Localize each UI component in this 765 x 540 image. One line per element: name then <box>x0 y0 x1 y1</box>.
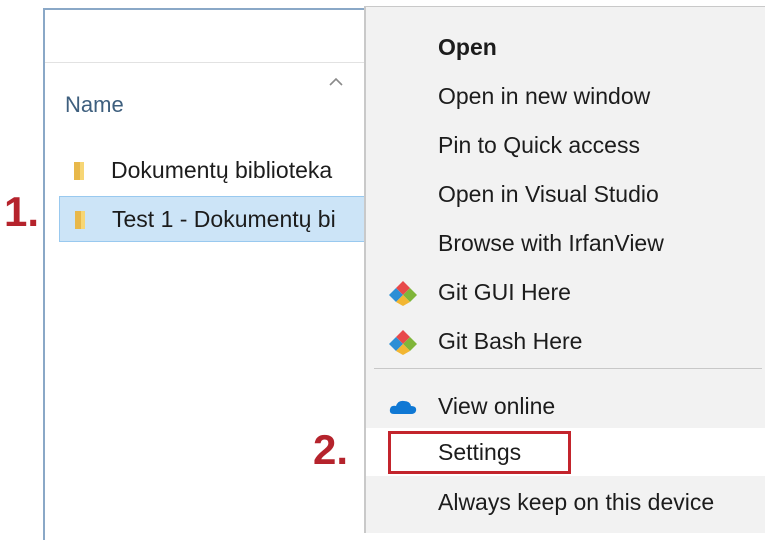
menu-item-pin-quick-access[interactable]: Pin to Quick access <box>366 121 765 169</box>
menu-item-always-keep[interactable]: Always keep on this device <box>366 478 765 526</box>
folder-icon <box>75 211 85 229</box>
file-row-selected[interactable]: Test 1 - Dokumentų bi <box>59 196 375 242</box>
menu-item-browse-irfanview[interactable]: Browse with IrfanView <box>366 219 765 267</box>
file-row-label: Test 1 - Dokumentų bi <box>112 206 336 232</box>
menu-item-open-new-window[interactable]: Open in new window <box>366 72 765 120</box>
header-divider <box>45 62 375 63</box>
menu-item-label: Settings <box>438 439 522 465</box>
menu-item-label: Pin to Quick access <box>438 132 640 158</box>
column-header-name[interactable]: Name <box>65 92 124 118</box>
context-menu: Open Open in new window Pin to Quick acc… <box>364 6 765 533</box>
sort-ascending-icon[interactable] <box>328 74 344 90</box>
menu-item-label: View online <box>438 393 556 419</box>
git-icon <box>389 281 417 306</box>
menu-separator <box>374 368 762 369</box>
folder-icon <box>74 162 84 180</box>
step-1-annotation: 1. <box>4 188 40 235</box>
menu-item-settings[interactable]: Settings <box>366 428 765 476</box>
step-2-annotation: 2. <box>313 426 349 473</box>
git-icon <box>389 330 417 355</box>
file-row[interactable]: Dokumentų biblioteka <box>59 148 375 194</box>
menu-item-label: Browse with IrfanView <box>438 230 664 256</box>
menu-item-label: Always keep on this device <box>438 489 715 515</box>
file-row-label: Dokumentų biblioteka <box>111 157 333 183</box>
menu-item-open[interactable]: Open <box>366 23 765 71</box>
menu-item-label: Open in Visual Studio <box>438 181 659 207</box>
menu-item-label: Git GUI Here <box>438 279 571 305</box>
menu-item-git-bash[interactable]: Git Bash Here <box>366 317 765 365</box>
menu-item-open-visual-studio[interactable]: Open in Visual Studio <box>366 170 765 218</box>
onedrive-cloud-icon <box>389 400 417 414</box>
menu-item-label: Open in new window <box>438 83 651 109</box>
menu-item-label: Open <box>438 34 497 60</box>
menu-item-label: Git Bash Here <box>438 328 583 354</box>
menu-item-git-gui[interactable]: Git GUI Here <box>366 268 765 316</box>
menu-item-view-online[interactable]: View online <box>366 382 765 430</box>
